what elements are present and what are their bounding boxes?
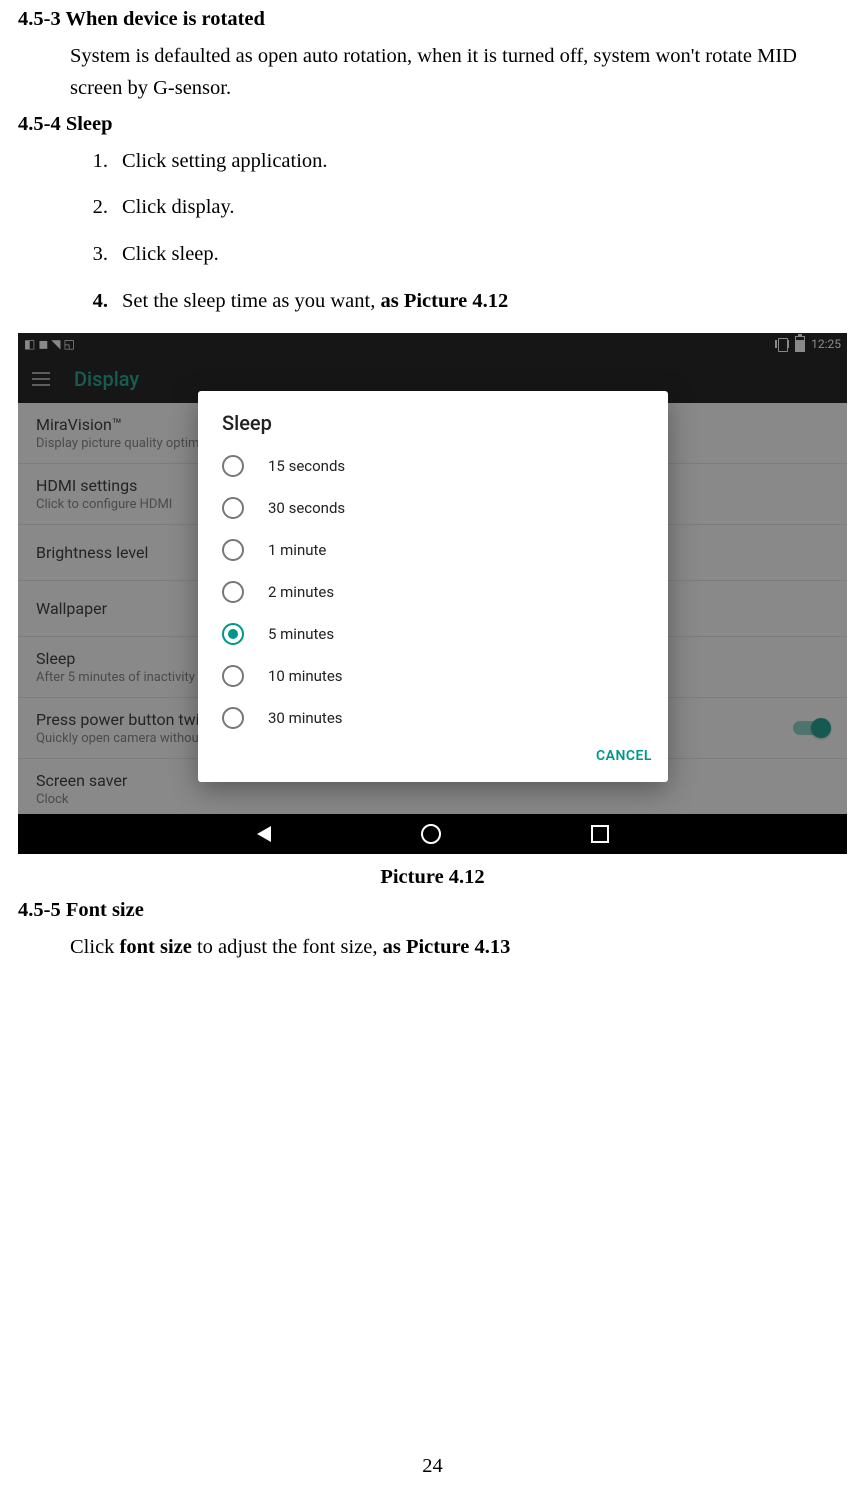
- step-4-text: Set the sleep time as you want,: [122, 290, 380, 312]
- option-30m[interactable]: 30 minutes: [198, 697, 668, 739]
- option-15s[interactable]: 15 seconds: [198, 445, 668, 487]
- radio-icon: [222, 707, 244, 729]
- section-4-5-3-title: 4.5-3 When device is rotated: [18, 8, 847, 31]
- section-4-5-3-body: System is defaulted as open auto rotatio…: [18, 41, 847, 105]
- section-4-5-5-title: 4.5-5 Font size: [18, 899, 847, 922]
- option-2m[interactable]: 2 minutes: [198, 571, 668, 613]
- recents-icon[interactable]: [591, 825, 609, 843]
- option-30s[interactable]: 30 seconds: [198, 487, 668, 529]
- radio-icon: [222, 665, 244, 687]
- step-3: Click sleep.: [94, 239, 847, 270]
- back-icon[interactable]: [257, 826, 271, 842]
- step-2: Click display.: [94, 192, 847, 223]
- option-label: 1 minute: [268, 541, 326, 559]
- figure-4-12-screenshot: ◧ ◼ ◥ ◱ 12:25 Display MiraVision™ Displa…: [18, 333, 847, 854]
- radio-icon: [222, 455, 244, 477]
- radio-icon: [222, 539, 244, 561]
- radio-icon: [222, 581, 244, 603]
- txt-bold: as Picture 4.13: [383, 936, 511, 958]
- step-4: Set the sleep time as you want, as Pictu…: [94, 286, 847, 317]
- step-4-ref: as Picture 4.12: [380, 290, 508, 312]
- txt: to adjust the font size,: [192, 936, 383, 958]
- section-4-5-5-body: Click font size to adjust the font size,…: [18, 932, 847, 964]
- android-nav-bar: [18, 814, 847, 854]
- page-number: 24: [18, 1455, 847, 1478]
- txt: Click: [70, 936, 120, 958]
- dialog-title: Sleep: [222, 411, 668, 435]
- option-10m[interactable]: 10 minutes: [198, 655, 668, 697]
- option-label: 30 seconds: [268, 499, 345, 517]
- cancel-button[interactable]: CANCEL: [596, 748, 652, 764]
- option-label: 30 minutes: [268, 709, 343, 727]
- option-label: 10 minutes: [268, 667, 343, 685]
- section-4-5-4-steps: Click setting application. Click display…: [18, 146, 847, 317]
- option-label: 5 minutes: [268, 625, 334, 643]
- figure-caption-4-12: Picture 4.12: [18, 866, 847, 889]
- option-label: 15 seconds: [268, 457, 345, 475]
- radio-icon: [222, 497, 244, 519]
- sleep-dialog: Sleep 15 seconds 30 seconds 1 minute 2 m…: [198, 391, 668, 782]
- option-label: 2 minutes: [268, 583, 334, 601]
- option-5m[interactable]: 5 minutes: [198, 613, 668, 655]
- home-icon[interactable]: [421, 824, 441, 844]
- txt-bold: font size: [120, 936, 192, 958]
- section-4-5-4-title: 4.5-4 Sleep: [18, 113, 847, 136]
- radio-icon-selected: [222, 623, 244, 645]
- option-1m[interactable]: 1 minute: [198, 529, 668, 571]
- step-1: Click setting application.: [94, 146, 847, 177]
